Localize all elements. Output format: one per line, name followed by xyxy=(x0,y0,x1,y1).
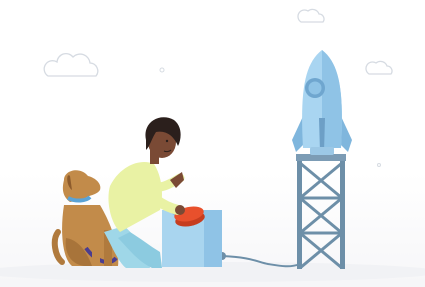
rocket-icon xyxy=(292,50,352,155)
dog-icon xyxy=(51,170,119,266)
launch-illustration xyxy=(0,8,425,282)
cloud-icon xyxy=(365,60,393,75)
sparkle-dot xyxy=(377,163,381,167)
cloud-icon xyxy=(297,8,325,23)
illustration-scene xyxy=(0,0,425,287)
cloud-icon xyxy=(43,53,99,77)
sparkle-dot xyxy=(159,67,165,73)
launch-tower-icon xyxy=(296,154,346,270)
